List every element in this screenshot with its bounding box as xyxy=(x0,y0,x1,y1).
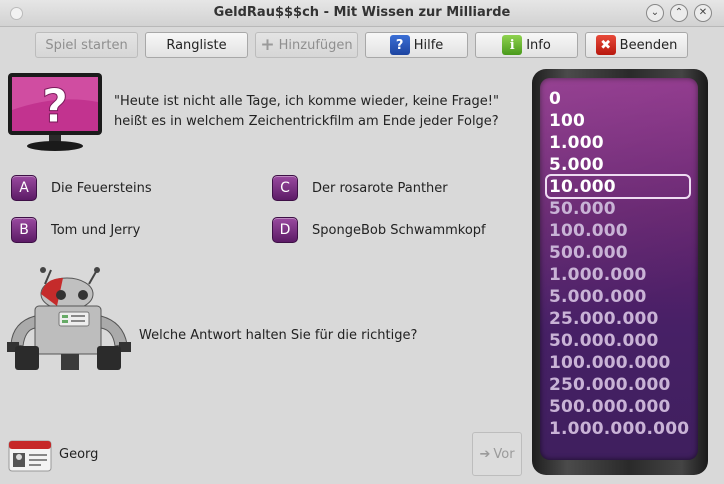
minimize-button[interactable]: ⌄ xyxy=(646,4,664,22)
ladder-step: 1.000 xyxy=(549,133,604,153)
close-icon: ✖ xyxy=(595,35,616,55)
add-button[interactable]: + Hinzufügen xyxy=(255,32,358,58)
answer-a[interactable]: A Die Feuersteins xyxy=(11,175,152,201)
answer-letter: C xyxy=(272,175,298,201)
start-game-label: Spiel starten xyxy=(45,37,128,53)
answer-c[interactable]: C Der rosarote Panther xyxy=(272,175,448,201)
window-title: GeldRau$$$ch - Mit Wissen zur Milliarde xyxy=(213,5,511,20)
svg-text:?: ? xyxy=(42,79,69,133)
start-game-button[interactable]: Spiel starten xyxy=(35,32,138,58)
maximize-button[interactable]: ⌃ xyxy=(670,4,688,22)
ladder-step: 250.000.000 xyxy=(549,375,671,395)
ladder-step: 1.000.000 xyxy=(549,265,647,285)
next-label: Vor xyxy=(493,446,515,462)
title-bar: GeldRau$$$ch - Mit Wissen zur Milliarde … xyxy=(0,0,724,27)
plus-icon: + xyxy=(260,35,275,55)
ranking-label: Rangliste xyxy=(166,37,227,53)
ladder-step: 50.000.000 xyxy=(549,331,659,351)
help-label: Hilfe xyxy=(413,37,444,53)
quit-label: Beenden xyxy=(619,37,678,53)
ladder-step: 500.000 xyxy=(549,243,628,263)
ladder-step: 100.000.000 xyxy=(549,353,671,373)
info-label: Info xyxy=(526,37,551,53)
question-monitor-icon: ? xyxy=(8,73,102,151)
answer-text: Der rosarote Panther xyxy=(312,180,448,196)
player-name: Georg xyxy=(59,447,99,462)
help-button[interactable]: ? Hilfe xyxy=(365,32,468,58)
ladder-step: 5.000 xyxy=(549,155,604,175)
ladder-step: 10.000 xyxy=(549,177,616,197)
ladder-step: 50.000 xyxy=(549,199,616,219)
money-ladder: 0 100 1.000 5.000 10.000 50.000 100.000 500.000… xyxy=(540,78,698,460)
answer-prompt: Welche Antwort halten Sie für die richti… xyxy=(139,328,418,343)
answer-d[interactable]: D SpongeBob Schwammkopf xyxy=(272,217,486,243)
ladder-step: 100 xyxy=(549,111,586,131)
answer-letter: D xyxy=(272,217,298,243)
ladder-step: 500.000.000 xyxy=(549,397,671,417)
answer-text: Die Feuersteins xyxy=(51,180,152,196)
arrow-right-icon: ➔ xyxy=(479,446,491,462)
ladder-step: 1.000.000.000 xyxy=(549,419,690,439)
answer-text: SpongeBob Schwammkopf xyxy=(312,222,486,238)
ladder-step: 5.000.000 xyxy=(549,287,647,307)
robot-host-icon xyxy=(7,267,131,370)
info-icon: i xyxy=(502,35,523,55)
ladder-step: 100.000 xyxy=(549,221,628,241)
close-window-button[interactable]: ✕ xyxy=(694,4,712,22)
question-icon: ? xyxy=(389,35,410,55)
answer-letter: A xyxy=(11,175,37,201)
player-card-icon xyxy=(8,440,52,472)
question-text: "Heute ist nicht alle Tage, ich komme wi… xyxy=(114,94,499,129)
answer-b[interactable]: B Tom und Jerry xyxy=(11,217,140,243)
answer-text: Tom und Jerry xyxy=(51,222,141,238)
ranking-button[interactable]: Rangliste xyxy=(145,32,248,58)
answer-letter: B xyxy=(11,217,37,243)
add-label: Hinzufügen xyxy=(278,37,353,53)
ladder-step: 0 xyxy=(549,89,562,109)
next-button[interactable]: ➔ Vor xyxy=(472,432,522,476)
info-button[interactable]: i Info xyxy=(475,32,578,58)
ladder-step: 25.000.000 xyxy=(549,309,659,329)
quit-button[interactable]: ✖ Beenden xyxy=(585,32,688,58)
